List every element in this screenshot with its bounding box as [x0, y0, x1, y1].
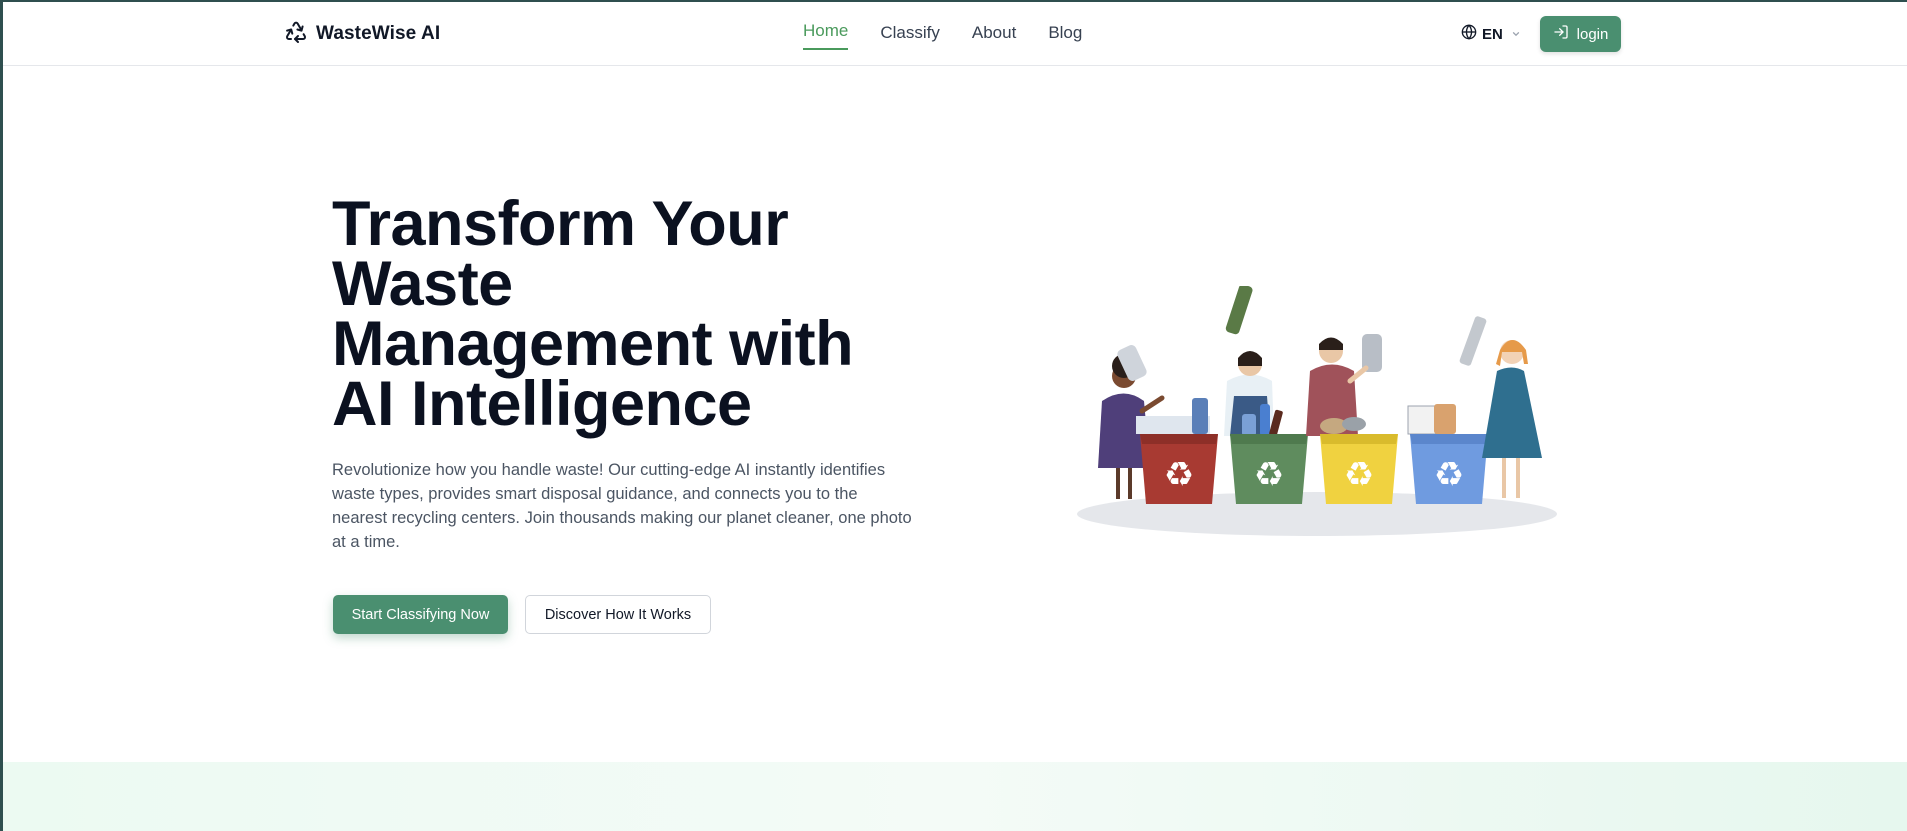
brand-logo[interactable]: WasteWise AI [284, 20, 440, 48]
chevron-down-icon [1508, 26, 1521, 43]
window-left-border [0, 0, 3, 831]
hero-title-line: Waste [332, 249, 513, 319]
svg-text:♻: ♻ [1164, 455, 1194, 495]
nav-about[interactable]: About [972, 17, 1016, 49]
blue-recycling-bin: ♻ [1407, 404, 1488, 504]
discover-how-it-works-button[interactable]: Discover How It Works [525, 595, 711, 634]
site-header: WasteWise AI Home Classify About Blog EN [0, 0, 1907, 66]
hero-title-line: Transform Your [332, 189, 789, 259]
hero-title-line: AI Intelligence [332, 369, 752, 439]
next-section-band [0, 762, 1907, 831]
sign-in-icon [1553, 24, 1569, 44]
red-recycling-bin: ♻ [1136, 398, 1218, 504]
nav-blog[interactable]: Blog [1048, 17, 1082, 49]
svg-text:♻: ♻ [1254, 455, 1284, 495]
recycle-icon [284, 20, 308, 49]
start-classifying-button[interactable]: Start Classifying Now [333, 595, 508, 634]
brand-name: WasteWise AI [316, 23, 441, 44]
yellow-recycling-bin: ♻ [1320, 417, 1398, 504]
main-nav: Home Classify About Blog [803, 0, 1114, 66]
hero-description: Revolutionize how you handle waste! Our … [332, 461, 912, 551]
language-selector[interactable]: EN [1461, 22, 1521, 46]
globe-icon [1461, 24, 1477, 44]
svg-text:♻: ♻ [1434, 455, 1464, 495]
nav-home[interactable]: Home [803, 15, 849, 50]
hero-title: Transform Your Waste Management with AI … [332, 189, 952, 439]
svg-text:♻: ♻ [1344, 455, 1374, 495]
nav-classify[interactable]: Classify [880, 17, 940, 49]
recycling-illustration: ♻ ♻ ♻ ♻ [1077, 286, 1557, 536]
window-top-border [0, 0, 1907, 2]
language-code: EN [1482, 25, 1503, 43]
hero-title-line: Management with [332, 309, 854, 379]
login-label: login [1576, 25, 1609, 43]
login-button[interactable]: login [1540, 16, 1621, 52]
